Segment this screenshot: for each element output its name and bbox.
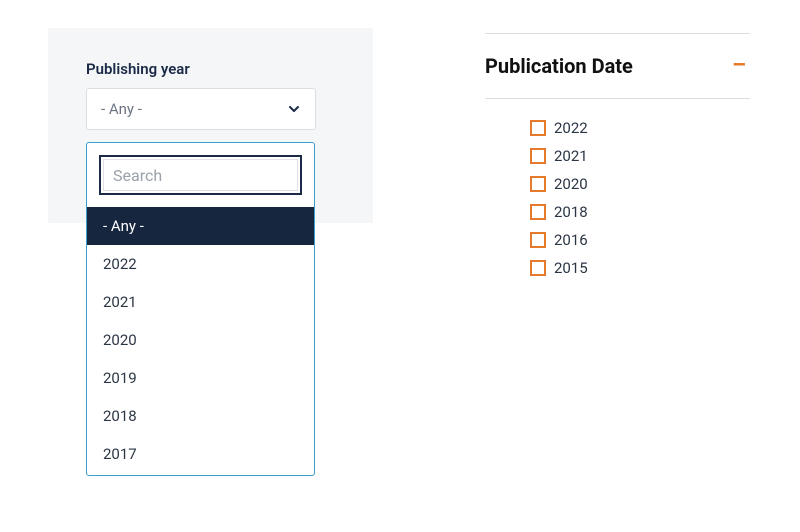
facet-item-label: 2018 — [554, 203, 588, 221]
facet-item[interactable]: 2021 — [530, 147, 750, 165]
facet-item[interactable]: 2015 — [530, 259, 750, 277]
publishing-year-dropdown: - Any -202220212020201920182017 — [86, 142, 315, 476]
facet-item-label: 2016 — [554, 231, 588, 249]
dropdown-search-wrap — [87, 143, 314, 207]
checkbox-icon — [530, 260, 546, 276]
facet-item-label: 2021 — [554, 147, 588, 165]
collapse-icon: – — [732, 55, 746, 77]
dropdown-option[interactable]: 2020 — [87, 321, 314, 359]
checkbox-icon — [530, 176, 546, 192]
facet-list: 2022 2021 2020 2018 2016 2015 — [485, 119, 750, 277]
facet-item-label: 2022 — [554, 119, 588, 137]
publication-date-facet: Publication Date – 202220212020201820162… — [485, 33, 750, 277]
checkbox-icon — [530, 232, 546, 248]
checkbox-icon — [530, 204, 546, 220]
facet-title: Publication Date — [485, 54, 633, 78]
publishing-year-select[interactable]: - Any - — [86, 88, 316, 130]
facet-header[interactable]: Publication Date – — [485, 54, 750, 78]
dropdown-option[interactable]: - Any - — [87, 207, 314, 245]
facet-item[interactable]: 2022 — [530, 119, 750, 137]
dropdown-option[interactable]: 2021 — [87, 283, 314, 321]
facet-separator — [485, 98, 750, 99]
facet-item-label: 2015 — [554, 259, 588, 277]
facet-item-label: 2020 — [554, 175, 588, 193]
dropdown-option[interactable]: 2017 — [87, 435, 314, 473]
chevron-down-icon — [285, 100, 303, 118]
checkbox-icon — [530, 148, 546, 164]
dropdown-option[interactable]: 2019 — [87, 359, 314, 397]
dropdown-option[interactable]: 2018 — [87, 397, 314, 435]
publishing-year-selected-value: - Any - — [101, 100, 142, 118]
checkbox-icon — [530, 120, 546, 136]
facet-separator — [485, 33, 750, 34]
dropdown-options-list: - Any -202220212020201920182017 — [87, 207, 314, 473]
dropdown-search-input[interactable] — [99, 155, 302, 195]
facet-item[interactable]: 2016 — [530, 231, 750, 249]
publishing-year-label: Publishing year — [86, 60, 345, 78]
facet-item[interactable]: 2020 — [530, 175, 750, 193]
facet-item[interactable]: 2018 — [530, 203, 750, 221]
dropdown-option[interactable]: 2022 — [87, 245, 314, 283]
